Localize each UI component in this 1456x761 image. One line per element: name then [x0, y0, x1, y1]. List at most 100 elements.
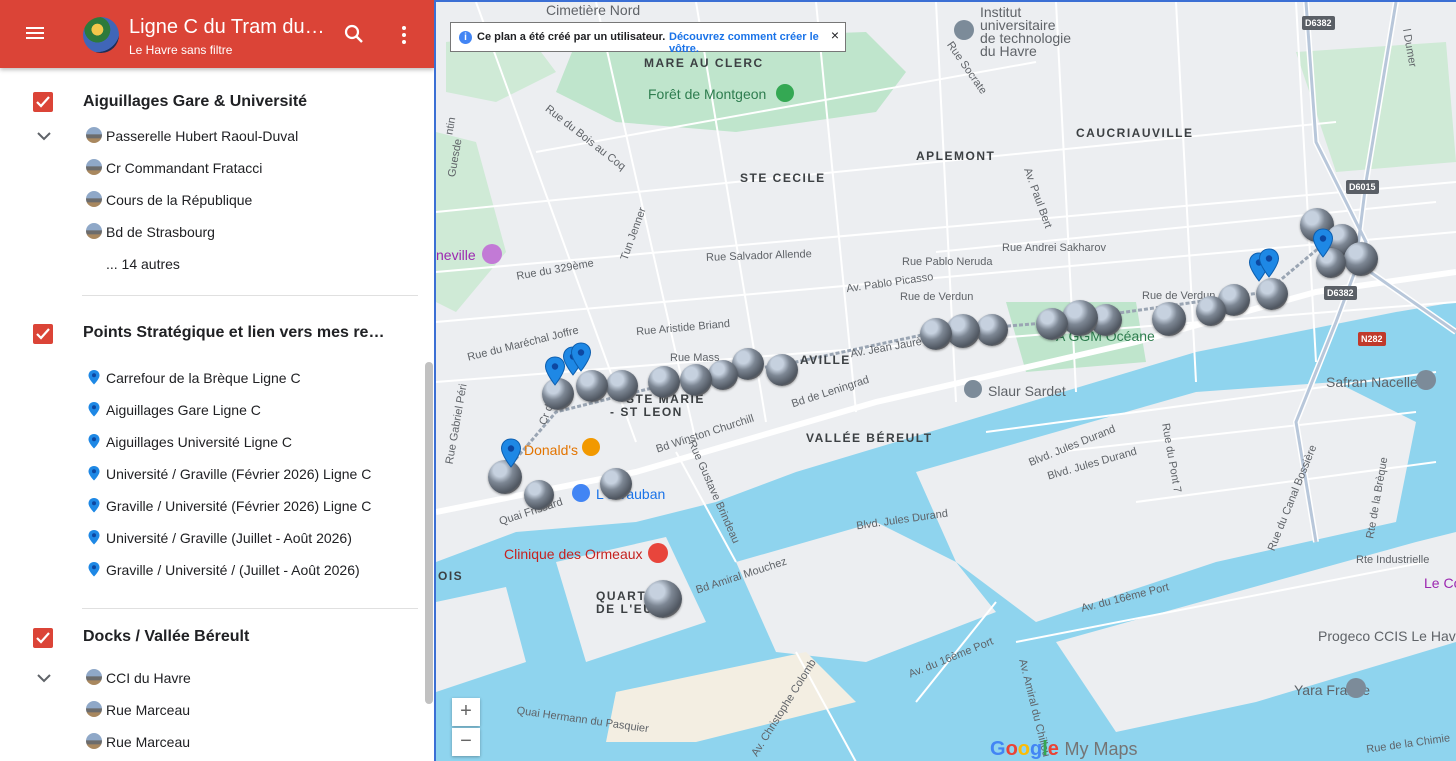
photo-marker[interactable]: [600, 468, 632, 500]
school-icon[interactable]: [954, 20, 974, 40]
place-icon[interactable]: [1346, 678, 1366, 698]
layer-title: Docks / Vallée Béreult: [83, 628, 250, 645]
poi-label: Institut universitaire de technologie du…: [980, 5, 1071, 58]
logo-product: My Maps: [1064, 739, 1138, 759]
photo-marker[interactable]: [648, 366, 680, 398]
logo-letter: o: [1017, 738, 1030, 760]
list-item[interactable]: Rue Marceau: [0, 726, 434, 758]
map-header: Ligne C du Tram du H... Le Havre sans fi…: [0, 0, 434, 68]
list-item[interactable]: Université / Graville (Juillet - Août 20…: [0, 522, 434, 554]
map-title[interactable]: Ligne C du Tram du H...: [129, 16, 329, 39]
chevron-down-icon[interactable]: [36, 672, 52, 684]
street-label: Rte Industrielle: [1356, 554, 1430, 566]
item-label: Passerelle Hubert Raoul-Duval: [106, 128, 299, 144]
park-icon[interactable]: [776, 84, 794, 102]
zoom-out-button[interactable]: −: [452, 728, 480, 756]
photo-thumbnail-icon: [86, 159, 102, 175]
photo-marker[interactable]: [920, 318, 952, 350]
map-pin-icon: [88, 370, 100, 385]
photo-thumbnail-icon: [86, 733, 102, 749]
legend-scrollbar[interactable]: [425, 362, 433, 704]
list-item[interactable]: CCI du Havre: [0, 662, 434, 694]
item-label: CCI du Havre: [106, 670, 191, 686]
list-item[interactable]: Carrefour de la Brèque Ligne C: [0, 362, 434, 394]
list-item[interactable]: Aiguillages Université Ligne C: [0, 426, 434, 458]
shopping-icon[interactable]: [572, 484, 590, 502]
logo-letter: G: [990, 738, 1006, 760]
photo-marker[interactable]: [708, 360, 738, 390]
street-label: Rue de Verdun: [900, 291, 974, 303]
chevron-down-icon[interactable]: [36, 130, 52, 142]
photo-marker[interactable]: [1062, 300, 1098, 336]
map-pin-icon: [88, 466, 100, 481]
street-label: Rue Pablo Neruda: [902, 256, 993, 268]
poi-label: Donald's: [524, 442, 579, 458]
item-label: Rue Marceau: [106, 702, 191, 718]
photo-marker[interactable]: [524, 480, 554, 510]
photo-marker[interactable]: [1152, 302, 1186, 336]
layer-items: Passerelle Hubert Raoul-Duval Cr Command…: [0, 120, 434, 280]
district-label: CAUCRIAUVILLE: [1076, 126, 1194, 140]
item-label: Cr Commandant Fratacci: [106, 160, 263, 176]
map-pin-icon[interactable]: [1312, 228, 1334, 258]
layer-checkbox[interactable]: [33, 324, 53, 344]
more-options-icon[interactable]: [400, 24, 408, 46]
more-items-link[interactable]: ... 14 autres: [0, 248, 434, 280]
layer-checkbox[interactable]: [33, 92, 53, 112]
list-item[interactable]: Graville / Université / (Juillet - Août …: [0, 554, 434, 586]
close-icon[interactable]: ×: [831, 27, 839, 43]
layer-points-strategiques: Points Stratégique et lien vers mes repo…: [0, 304, 434, 609]
map-pin-icon[interactable]: [1258, 248, 1280, 278]
menu-icon[interactable]: [24, 24, 46, 44]
park-left: [436, 132, 506, 312]
list-item[interactable]: Université / Graville (Février 2026) Lig…: [0, 458, 434, 490]
district-label: OIS: [438, 569, 464, 583]
photo-marker[interactable]: [1256, 278, 1288, 310]
road-badge: D6382: [1302, 16, 1335, 30]
search-icon[interactable]: [344, 24, 364, 44]
list-item[interactable]: Passerelle Hubert Raoul-Duval: [0, 120, 434, 152]
layer-checkbox[interactable]: [33, 628, 53, 648]
map-pin-icon[interactable]: [570, 342, 592, 372]
place-icon[interactable]: [1416, 370, 1436, 390]
map-pin-icon: [88, 402, 100, 417]
list-item[interactable]: Rue Marceau: [0, 694, 434, 726]
photo-marker[interactable]: [976, 314, 1008, 346]
list-item[interactable]: Bd de Strasbourg: [0, 216, 434, 248]
photo-thumbnail-icon: [86, 127, 102, 143]
poi-label: Forêt de Montgeon: [648, 86, 767, 102]
map-pin-icon: [88, 562, 100, 577]
photo-marker[interactable]: [1196, 296, 1226, 326]
photo-marker[interactable]: [1344, 242, 1378, 276]
banner-text: Ce plan a été créé par un utilisateur.: [477, 31, 666, 43]
list-item[interactable]: Cr Commandant Fratacci: [0, 152, 434, 184]
poi-label: Clinique des Ormeaux: [504, 546, 643, 562]
photo-marker[interactable]: [1036, 308, 1068, 340]
map-pin-icon: [88, 498, 100, 513]
item-label: Carrefour de la Brèque Ligne C: [106, 370, 301, 386]
hospital-icon[interactable]: [648, 543, 668, 563]
layer-aiguillages: Aiguillages Gare & Université Passerelle…: [0, 68, 434, 304]
list-item[interactable]: Cours de la République: [0, 184, 434, 216]
photo-marker[interactable]: [644, 580, 682, 618]
zoom-in-button[interactable]: +: [452, 698, 480, 726]
photo-marker[interactable]: [606, 370, 638, 402]
photo-thumbnail-icon: [86, 223, 102, 239]
layer-docks: Docks / Vallée Béreult CCI du Havre Rue …: [0, 608, 434, 758]
photo-marker[interactable]: [766, 354, 798, 386]
info-icon: i: [459, 31, 472, 44]
place-icon[interactable]: [964, 380, 982, 398]
photo-marker[interactable]: [680, 364, 712, 396]
layer-header: Points Stratégique et lien vers mes repo…: [0, 304, 434, 362]
list-item[interactable]: Graville / Université (Février 2026) Lig…: [0, 490, 434, 522]
museum-icon[interactable]: [482, 244, 502, 264]
poi-label: Cimetière Nord: [546, 2, 641, 18]
banner-link[interactable]: Découvrez comment créer le vôtre.: [669, 31, 845, 55]
poi-label: Le Co: [1424, 575, 1456, 591]
list-item[interactable]: Aiguillages Gare Ligne C: [0, 394, 434, 426]
legend-panel: Ligne C du Tram du H... Le Havre sans fi…: [0, 0, 436, 761]
map-pin-icon[interactable]: [500, 438, 522, 468]
restaurant-icon[interactable]: [582, 438, 600, 456]
map-canvas[interactable]: i Ce plan a été créé par un utilisateur.…: [436, 0, 1456, 761]
photo-thumbnail-icon: [86, 669, 102, 685]
